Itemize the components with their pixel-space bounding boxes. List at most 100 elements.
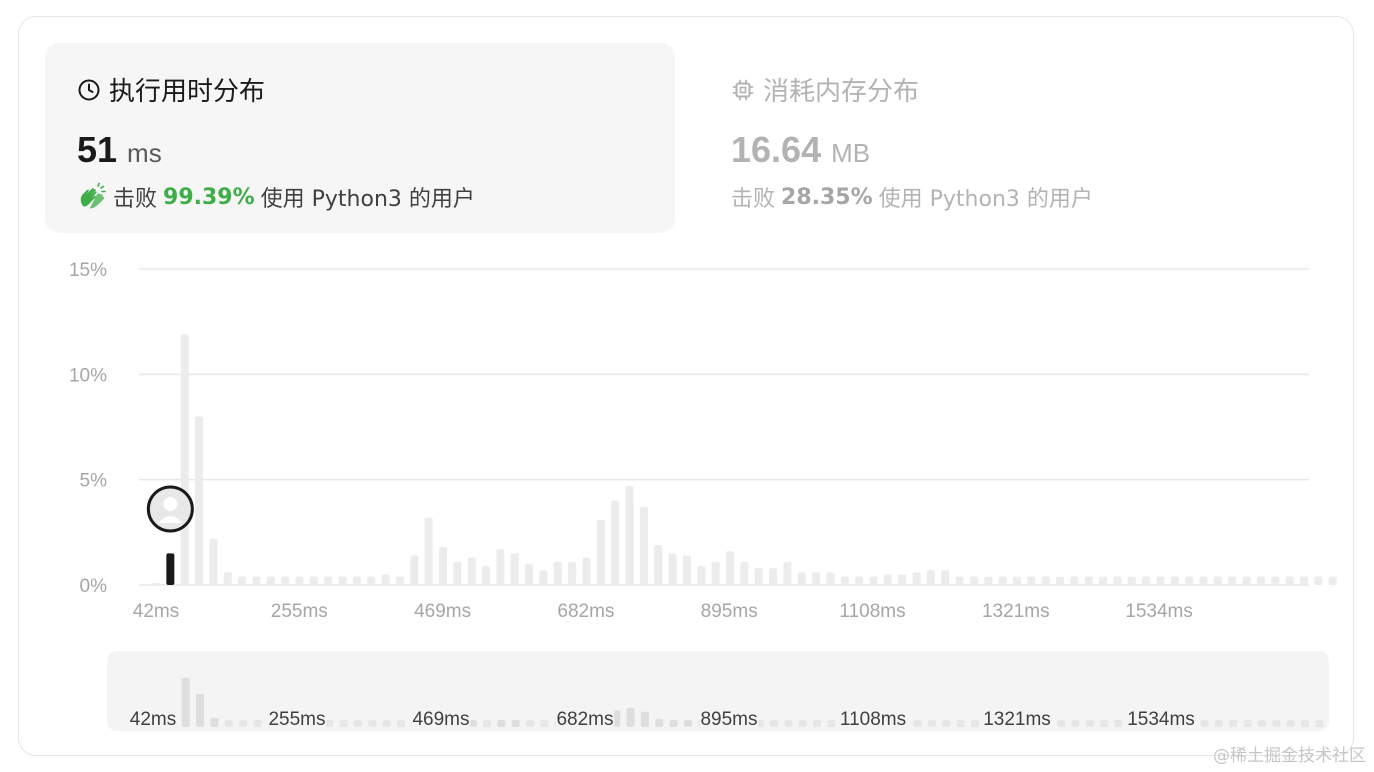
bar[interactable] xyxy=(281,576,290,585)
minimap-bar xyxy=(540,720,549,727)
bar[interactable] xyxy=(568,561,577,585)
bar[interactable] xyxy=(783,561,792,585)
memory-beats-prefix: 击败 xyxy=(731,187,776,212)
bar[interactable] xyxy=(324,576,333,585)
bar[interactable] xyxy=(1156,576,1165,585)
bar[interactable] xyxy=(209,538,218,585)
bar[interactable] xyxy=(754,568,763,585)
bar[interactable] xyxy=(596,519,605,585)
bar[interactable] xyxy=(984,576,993,585)
minimap-chart[interactable]: 42ms 255ms 469ms 682ms 895ms 1108ms 1321ms 1534… xyxy=(107,651,1338,731)
bar[interactable] xyxy=(840,576,849,585)
bar[interactable] xyxy=(482,566,491,585)
bar[interactable] xyxy=(1170,576,1179,585)
bar[interactable] xyxy=(898,574,907,585)
bar[interactable] xyxy=(941,570,950,585)
bar[interactable] xyxy=(352,576,361,585)
bar[interactable] xyxy=(367,576,376,585)
chip-icon xyxy=(732,79,754,100)
bar[interactable] xyxy=(1300,576,1308,585)
minimap-bar xyxy=(1272,720,1281,727)
bar[interactable] xyxy=(338,576,347,585)
bar[interactable] xyxy=(381,574,390,585)
minimap-x-tick-label: 1321ms xyxy=(983,709,1051,730)
distribution-panel: 执行用时分布 51 ms 击败 99.39% 使用 Python3 的用户 消耗… xyxy=(18,16,1354,756)
bar[interactable] xyxy=(926,570,935,585)
bar[interactable] xyxy=(510,553,519,585)
bar[interactable] xyxy=(869,576,878,585)
bar[interactable] xyxy=(152,582,160,585)
bar-current[interactable] xyxy=(166,553,175,585)
minimap-bar xyxy=(1229,720,1238,727)
bar[interactable] xyxy=(711,561,720,585)
bar[interactable] xyxy=(998,576,1007,585)
bar[interactable] xyxy=(1041,576,1050,585)
bar[interactable] xyxy=(969,576,978,585)
bar[interactable] xyxy=(582,557,591,585)
minimap-bar xyxy=(1315,720,1324,727)
bar[interactable] xyxy=(639,507,648,585)
runtime-metric: 51 ms xyxy=(77,129,162,171)
bar[interactable] xyxy=(1213,576,1222,585)
bar[interactable] xyxy=(525,563,534,585)
bar[interactable] xyxy=(266,576,275,585)
chart-range-minimap[interactable]: 42ms 255ms 469ms 682ms 895ms 1108ms 1321ms 1534… xyxy=(107,651,1338,731)
minimap-bar xyxy=(683,720,692,727)
bar[interactable] xyxy=(1314,576,1323,585)
bar[interactable] xyxy=(769,568,778,585)
bar[interactable] xyxy=(467,557,476,585)
bar[interactable] xyxy=(424,517,433,585)
bar[interactable] xyxy=(1328,576,1337,585)
bar[interactable] xyxy=(611,500,620,585)
bar[interactable] xyxy=(797,572,806,585)
bar[interactable] xyxy=(195,416,204,585)
bar[interactable] xyxy=(955,576,964,585)
bar[interactable] xyxy=(1242,576,1251,585)
bar[interactable] xyxy=(1285,576,1294,585)
minimap-x-tick-label: 469ms xyxy=(412,709,469,730)
bar[interactable] xyxy=(395,576,404,585)
bar[interactable] xyxy=(223,572,232,585)
bar[interactable] xyxy=(180,334,189,585)
bar[interactable] xyxy=(668,553,677,585)
memory-beats-percent: 28.35% xyxy=(781,184,873,210)
bar[interactable] xyxy=(912,572,921,585)
bar[interactable] xyxy=(812,572,821,585)
bar[interactable] xyxy=(1185,576,1194,585)
bar[interactable] xyxy=(1113,576,1122,585)
bar[interactable] xyxy=(1271,576,1280,585)
bar[interactable] xyxy=(726,551,734,585)
bar[interactable] xyxy=(252,576,261,585)
bar[interactable] xyxy=(1070,576,1079,585)
memory-card[interactable]: 消耗内存分布 16.64 MB 击败 28.35% 使用 Python3 的用户 xyxy=(709,43,1339,233)
bar[interactable] xyxy=(1142,576,1151,585)
bar[interactable] xyxy=(238,576,247,585)
bar[interactable] xyxy=(1056,576,1065,585)
bar[interactable] xyxy=(453,561,462,585)
bar[interactable] xyxy=(1228,576,1237,585)
bar[interactable] xyxy=(309,576,318,585)
bar[interactable] xyxy=(625,485,634,585)
bar[interactable] xyxy=(496,549,505,585)
bar[interactable] xyxy=(1127,576,1136,585)
bar[interactable] xyxy=(410,555,419,585)
bar[interactable] xyxy=(826,572,835,585)
runtime-card[interactable]: 执行用时分布 51 ms 击败 99.39% 使用 Python3 的用户 xyxy=(45,43,675,233)
bar[interactable] xyxy=(682,555,691,585)
bar[interactable] xyxy=(883,574,892,585)
bar[interactable] xyxy=(1256,576,1265,585)
bar[interactable] xyxy=(553,561,562,585)
bar[interactable] xyxy=(439,547,447,585)
bar[interactable] xyxy=(1084,576,1093,585)
bar[interactable] xyxy=(1099,576,1108,585)
bar[interactable] xyxy=(740,561,749,585)
minimap-bar xyxy=(239,720,248,727)
bar[interactable] xyxy=(654,544,663,585)
bar[interactable] xyxy=(539,570,548,585)
bar[interactable] xyxy=(1013,576,1021,585)
bar[interactable] xyxy=(1199,576,1208,585)
bar[interactable] xyxy=(295,576,304,585)
bar[interactable] xyxy=(697,566,706,585)
bar[interactable] xyxy=(855,576,864,585)
bar[interactable] xyxy=(1027,576,1036,585)
